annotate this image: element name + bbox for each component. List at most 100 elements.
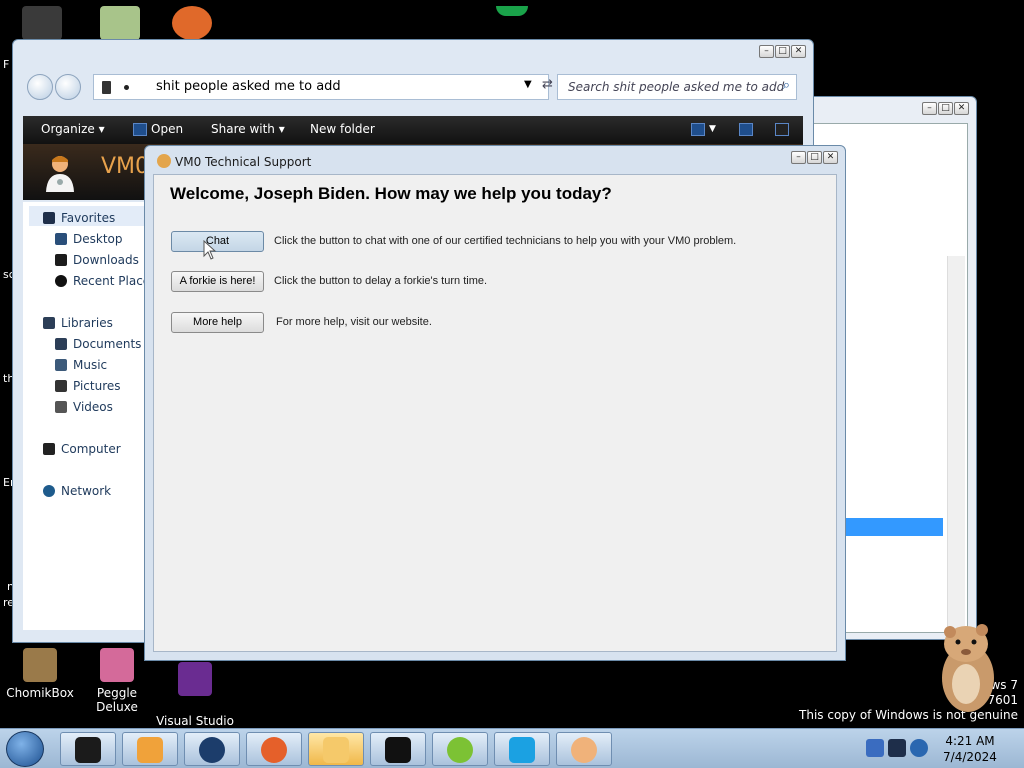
maximize-icon[interactable]: □ [938, 102, 953, 115]
nav-label: Desktop [73, 232, 123, 246]
desktop-top-icon-2[interactable] [100, 6, 140, 40]
taskbar-app-windows[interactable] [494, 732, 550, 766]
nav-music[interactable]: Music [55, 358, 107, 372]
taskbar-app-monitor[interactable] [370, 732, 426, 766]
help-icon[interactable] [775, 123, 789, 136]
search-placeholder: Search shit people asked me to add [568, 80, 785, 94]
volume-icon[interactable] [910, 739, 928, 757]
task-manager-icon [385, 737, 411, 763]
taskbar-app-support[interactable] [556, 732, 612, 766]
nav-label: Documents [73, 337, 142, 351]
start-button[interactable] [6, 731, 44, 767]
view-icon[interactable] [691, 123, 705, 136]
close-icon[interactable]: ✕ [954, 102, 969, 115]
nav-label: Videos [73, 400, 113, 414]
scrollbar[interactable] [947, 256, 965, 628]
caption-buttons: – □ ✕ [791, 151, 838, 164]
peggle-icon [100, 648, 134, 682]
more-help-button[interactable]: More help [171, 312, 264, 333]
desktop-icon-chomikbox[interactable]: ChomikBox [0, 648, 80, 700]
visual-studio-icon [178, 662, 212, 696]
open-button[interactable]: Open [151, 122, 183, 136]
taskbar-app-media[interactable] [122, 732, 178, 766]
shield-icon[interactable] [866, 739, 884, 757]
forkie-button[interactable]: A forkie is here! [171, 271, 264, 292]
nav-documents[interactable]: Documents [55, 337, 141, 351]
organize-label: Organize [41, 122, 95, 136]
nav-downloads[interactable]: Downloads [55, 253, 139, 267]
desktop-top-icon-3[interactable] [172, 6, 212, 40]
minimize-icon[interactable]: – [791, 151, 806, 164]
nav-recent-places[interactable]: Recent Places [55, 274, 156, 288]
support-window[interactable]: VM0 Technical Support – □ ✕ Welcome, Jos… [144, 145, 846, 661]
nav-label: Music [73, 358, 108, 372]
address-text: shit people asked me to add [156, 79, 341, 94]
nav-computer[interactable]: Computer [43, 442, 121, 456]
recent-places-icon [55, 275, 67, 287]
taskbar-app-globe[interactable] [184, 732, 240, 766]
nav-libraries[interactable]: Libraries [43, 316, 113, 330]
breadcrumb-separator-icon [124, 85, 129, 90]
forkie-description: Click the button to delay a forkie's tur… [274, 275, 488, 287]
nav-label: Downloads [73, 253, 139, 267]
address-bar[interactable]: shit people asked me to add ▼ ⇄ [93, 74, 553, 100]
show-hidden-icon[interactable] [844, 739, 854, 757]
refresh-icon[interactable]: ⇄ [542, 77, 553, 92]
folder-icon [102, 81, 111, 94]
window-title: VM0 Technical Support [175, 155, 312, 169]
mouse-cursor-icon [203, 240, 217, 260]
clock[interactable]: 4:21 AM 7/4/2024 [932, 733, 1008, 765]
caption-buttons: – □ ✕ [759, 45, 806, 58]
taskbar-app-explorer[interactable] [308, 732, 364, 766]
more-help-description: For more help, visit our website. [276, 316, 432, 328]
taskbar-app-firefox[interactable] [246, 732, 302, 766]
clock-time: 4:21 AM [945, 734, 995, 748]
nav-videos[interactable]: Videos [55, 400, 113, 414]
address-row: shit people asked me to add ▼ ⇄ Search s… [23, 68, 803, 104]
nav-pictures[interactable]: Pictures [55, 379, 121, 393]
videos-icon [55, 401, 67, 413]
close-icon[interactable]: ✕ [823, 151, 838, 164]
taskbar-app-lime[interactable] [432, 732, 488, 766]
desktop-icon [55, 233, 67, 245]
network-icon[interactable] [888, 739, 906, 757]
minimize-icon[interactable]: – [759, 45, 774, 58]
nav-desktop[interactable]: Desktop [55, 232, 123, 246]
taskbar-app-chomikbox[interactable] [60, 732, 116, 766]
support-content: Welcome, Joseph Biden. How may we help y… [153, 174, 837, 652]
system-tray: 4:21 AM 7/4/2024 [840, 729, 1024, 768]
globe-icon [199, 737, 225, 763]
nav-label: Favorites [61, 211, 116, 225]
preview-pane-icon[interactable] [739, 123, 753, 136]
selected-row[interactable] [841, 518, 943, 536]
new-folder-button[interactable]: New folder [310, 122, 375, 136]
search-input[interactable]: Search shit people asked me to add ⌕ [557, 74, 797, 100]
command-bar: Organize ▾ Open Share with ▾ New folder … [23, 116, 803, 144]
chat-button[interactable]: Chat [171, 231, 264, 252]
maximize-icon[interactable]: □ [775, 45, 790, 58]
desktop-edge-text: F [3, 58, 10, 71]
share-with-menu[interactable]: Share with ▾ [211, 122, 285, 136]
search-icon[interactable]: ⌕ [783, 78, 790, 93]
minimize-icon[interactable]: – [922, 102, 937, 115]
nav-network[interactable]: Network [43, 484, 111, 498]
taskbar: 4:21 AM 7/4/2024 [0, 728, 1024, 768]
desktop-top-icon-1[interactable] [22, 6, 62, 40]
chevron-down-icon[interactable]: ▼ [709, 124, 716, 134]
media-player-icon [137, 737, 163, 763]
chomikbox-icon [23, 648, 57, 682]
technician-avatar-icon [46, 156, 74, 192]
chevron-down-icon[interactable]: ▼ [524, 79, 532, 90]
nav-label: Computer [61, 442, 121, 456]
nav-favorites[interactable]: Favorites [43, 211, 115, 225]
back-button[interactable] [27, 74, 53, 100]
organize-menu[interactable]: Organize ▾ [41, 122, 105, 136]
chat-description: Click the button to chat with one of our… [274, 235, 737, 247]
forward-button[interactable] [55, 74, 81, 100]
downloads-icon [55, 254, 67, 266]
maximize-icon[interactable]: □ [807, 151, 822, 164]
box-icon [75, 737, 101, 763]
network-icon [43, 485, 55, 497]
technician-icon [571, 737, 597, 763]
close-icon[interactable]: ✕ [791, 45, 806, 58]
